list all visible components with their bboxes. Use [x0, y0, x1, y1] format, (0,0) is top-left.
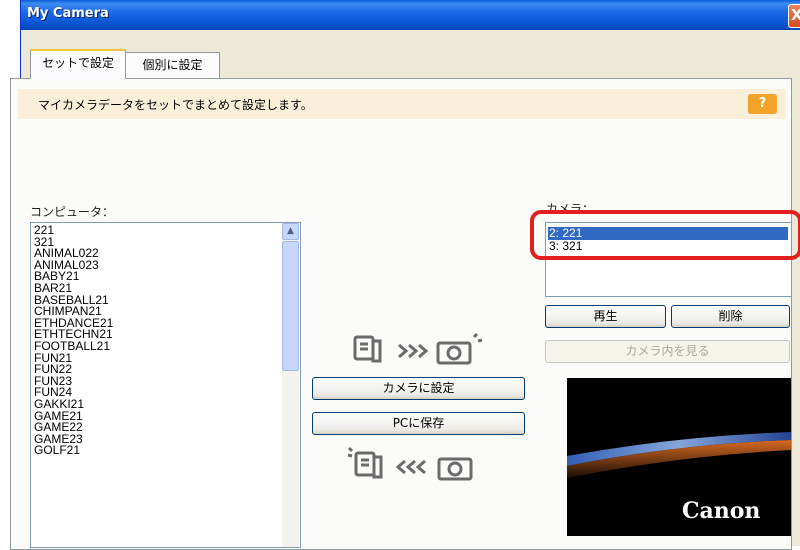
camera-preview: Canon	[567, 378, 791, 536]
tab-individual-settings[interactable]: 個別に設定	[125, 52, 220, 78]
close-button[interactable]: X	[788, 4, 800, 28]
computer-list-item[interactable]: GOLF21	[34, 444, 113, 457]
save-to-pc-button[interactable]: PCに保存	[312, 412, 525, 435]
close-icon: X	[791, 6, 800, 24]
computer-list-items: 221 321 ANIMAL022 ANIMAL023 BABY21 BAR21 BASEB…	[34, 224, 113, 457]
window-title: My Camera	[27, 6, 109, 21]
title-bar[interactable]: My Camera X	[21, 0, 800, 30]
scroll-up-button[interactable]: ▲	[282, 223, 299, 240]
computer-label: コンピュータ：	[30, 205, 115, 219]
tab-label: 個別に設定	[142, 58, 203, 72]
scroll-thumb[interactable]	[282, 241, 299, 371]
info-text: マイカメラデータをセットでまとめて設定します。	[38, 98, 313, 112]
tab-set-settings[interactable]: セットで設定	[30, 49, 126, 79]
help-button[interactable]: ?	[748, 94, 777, 114]
delete-button[interactable]: 削除	[671, 305, 790, 328]
transfer-to-pc-icon	[347, 446, 473, 481]
highlight-box	[530, 210, 800, 260]
tab-label: セットで設定	[41, 56, 114, 70]
set-to-camera-button[interactable]: カメラに設定	[312, 377, 525, 400]
computer-list[interactable]: 221 321 ANIMAL022 ANIMAL023 BABY21 BAR21 BASEB…	[30, 222, 301, 548]
info-bar: マイカメラデータをセットでまとめて設定します。 ?	[18, 89, 786, 119]
computer-list-scrollbar[interactable]: ▲	[282, 223, 299, 547]
view-camera-button[interactable]: カメラ内を見る	[545, 340, 790, 363]
play-button[interactable]: 再生	[545, 305, 666, 328]
transfer-to-camera-icon	[353, 333, 483, 365]
brand-logo: Canon	[682, 498, 761, 524]
